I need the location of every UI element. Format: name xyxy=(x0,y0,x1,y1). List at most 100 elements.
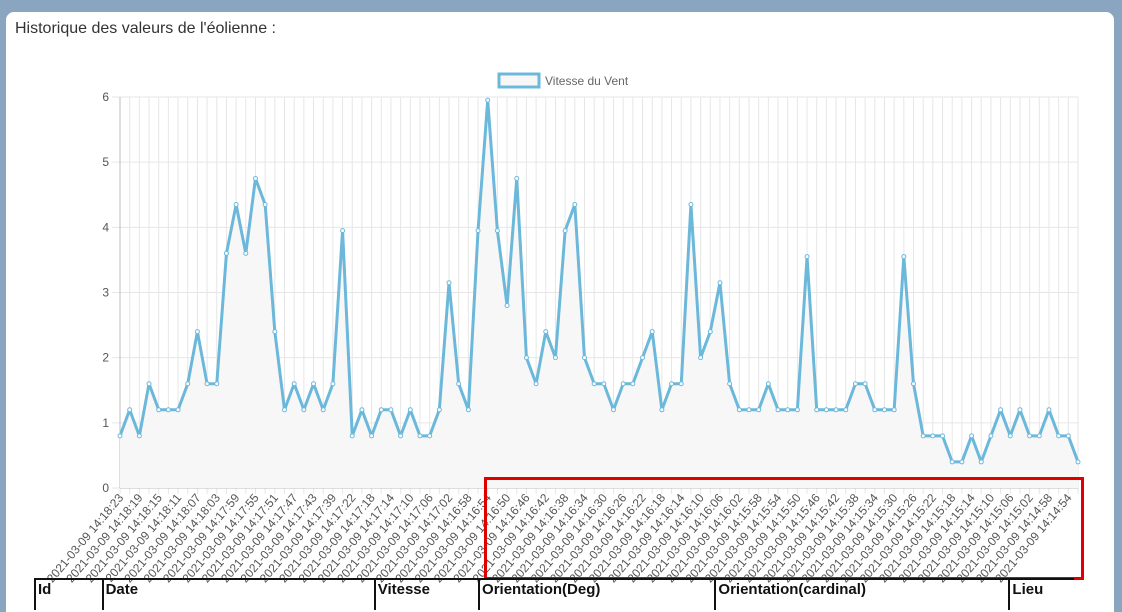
data-point xyxy=(136,433,142,439)
data-point xyxy=(833,407,839,413)
legend-swatch xyxy=(497,72,541,89)
series-area xyxy=(120,100,1078,488)
data-point xyxy=(175,407,181,413)
data-point xyxy=(543,329,549,335)
data-point xyxy=(630,381,636,387)
data-point xyxy=(688,202,694,208)
data-point xyxy=(475,228,481,234)
col-header-speed[interactable]: Vitesse xyxy=(373,580,478,610)
col-header-id[interactable]: Id xyxy=(34,580,102,610)
data-point xyxy=(272,329,278,335)
data-point xyxy=(417,433,423,439)
data-point xyxy=(398,433,404,439)
data-point xyxy=(465,407,471,413)
data-point xyxy=(736,407,742,413)
wind-speed-line-chart: 01234562021-03-09 14:18:232021-03-09 14:… xyxy=(44,72,1081,585)
data-point xyxy=(756,407,762,413)
data-point xyxy=(1065,433,1071,439)
data-point xyxy=(1075,459,1081,465)
data-point xyxy=(591,381,597,387)
data-point xyxy=(930,433,936,439)
data-point xyxy=(252,175,258,181)
data-point xyxy=(978,459,984,465)
data-point xyxy=(940,433,946,439)
col-header-location[interactable]: Lieu xyxy=(1008,580,1074,610)
data-point xyxy=(717,280,723,286)
data-point xyxy=(504,303,510,309)
data-point xyxy=(282,407,288,413)
data-point xyxy=(746,407,752,413)
data-point xyxy=(243,250,249,256)
data-point xyxy=(349,433,355,439)
data-point xyxy=(320,407,326,413)
data-point xyxy=(523,355,529,361)
data-point xyxy=(891,407,897,413)
y-tick-label: 0 xyxy=(102,481,109,495)
data-point xyxy=(165,407,171,413)
data-point xyxy=(117,433,123,439)
data-point xyxy=(427,433,433,439)
data-point xyxy=(1056,433,1062,439)
data-point xyxy=(1017,407,1023,413)
data-point xyxy=(843,407,849,413)
data-point xyxy=(581,355,587,361)
data-point xyxy=(127,407,133,413)
data-point xyxy=(949,459,955,465)
data-point xyxy=(1046,407,1052,413)
y-tick-label: 1 xyxy=(102,416,109,430)
data-point xyxy=(988,433,994,439)
data-point xyxy=(852,381,858,387)
col-header-orientation-deg[interactable]: Orientation(Deg) xyxy=(478,580,714,610)
data-point xyxy=(804,254,810,260)
data-point xyxy=(340,228,346,234)
data-point xyxy=(359,407,365,413)
data-point xyxy=(698,355,704,361)
data-point xyxy=(998,407,1004,413)
data-point xyxy=(862,381,868,387)
data-point xyxy=(611,407,617,413)
data-point xyxy=(156,407,162,413)
data-point xyxy=(601,381,607,387)
data-point xyxy=(727,381,733,387)
y-tick-label: 5 xyxy=(102,155,109,169)
data-point xyxy=(785,407,791,413)
data-point xyxy=(301,407,307,413)
data-point xyxy=(1036,433,1042,439)
data-point xyxy=(814,407,820,413)
data-point xyxy=(330,381,336,387)
data-point xyxy=(1007,433,1013,439)
data-point xyxy=(562,228,568,234)
col-header-date[interactable]: Date xyxy=(101,580,374,610)
data-point xyxy=(872,407,878,413)
data-point xyxy=(233,202,239,208)
data-point xyxy=(775,407,781,413)
data-point xyxy=(669,381,675,387)
data-point xyxy=(311,381,317,387)
data-point xyxy=(765,381,771,387)
data-point xyxy=(620,381,626,387)
data-point xyxy=(291,381,297,387)
data-point xyxy=(823,407,829,413)
data-point xyxy=(369,433,375,439)
data-point xyxy=(572,202,578,208)
data-point xyxy=(910,381,916,387)
data-point xyxy=(881,407,887,413)
y-tick-label: 4 xyxy=(102,220,109,234)
data-point xyxy=(204,381,210,387)
col-header-orientation-cardinal[interactable]: Orientation(cardinal) xyxy=(714,580,1008,610)
data-point xyxy=(514,175,520,181)
y-tick-label: 2 xyxy=(102,351,109,365)
data-point xyxy=(959,459,965,465)
data-point xyxy=(456,381,462,387)
data-point xyxy=(552,355,558,361)
data-point xyxy=(649,329,655,335)
data-point xyxy=(1027,433,1033,439)
data-point xyxy=(185,381,191,387)
data-point xyxy=(262,202,268,208)
data-point xyxy=(388,407,394,413)
y-tick-label: 6 xyxy=(102,90,109,104)
data-point xyxy=(407,407,413,413)
data-point xyxy=(194,329,200,335)
data-point xyxy=(707,329,713,335)
data-point xyxy=(678,381,684,387)
